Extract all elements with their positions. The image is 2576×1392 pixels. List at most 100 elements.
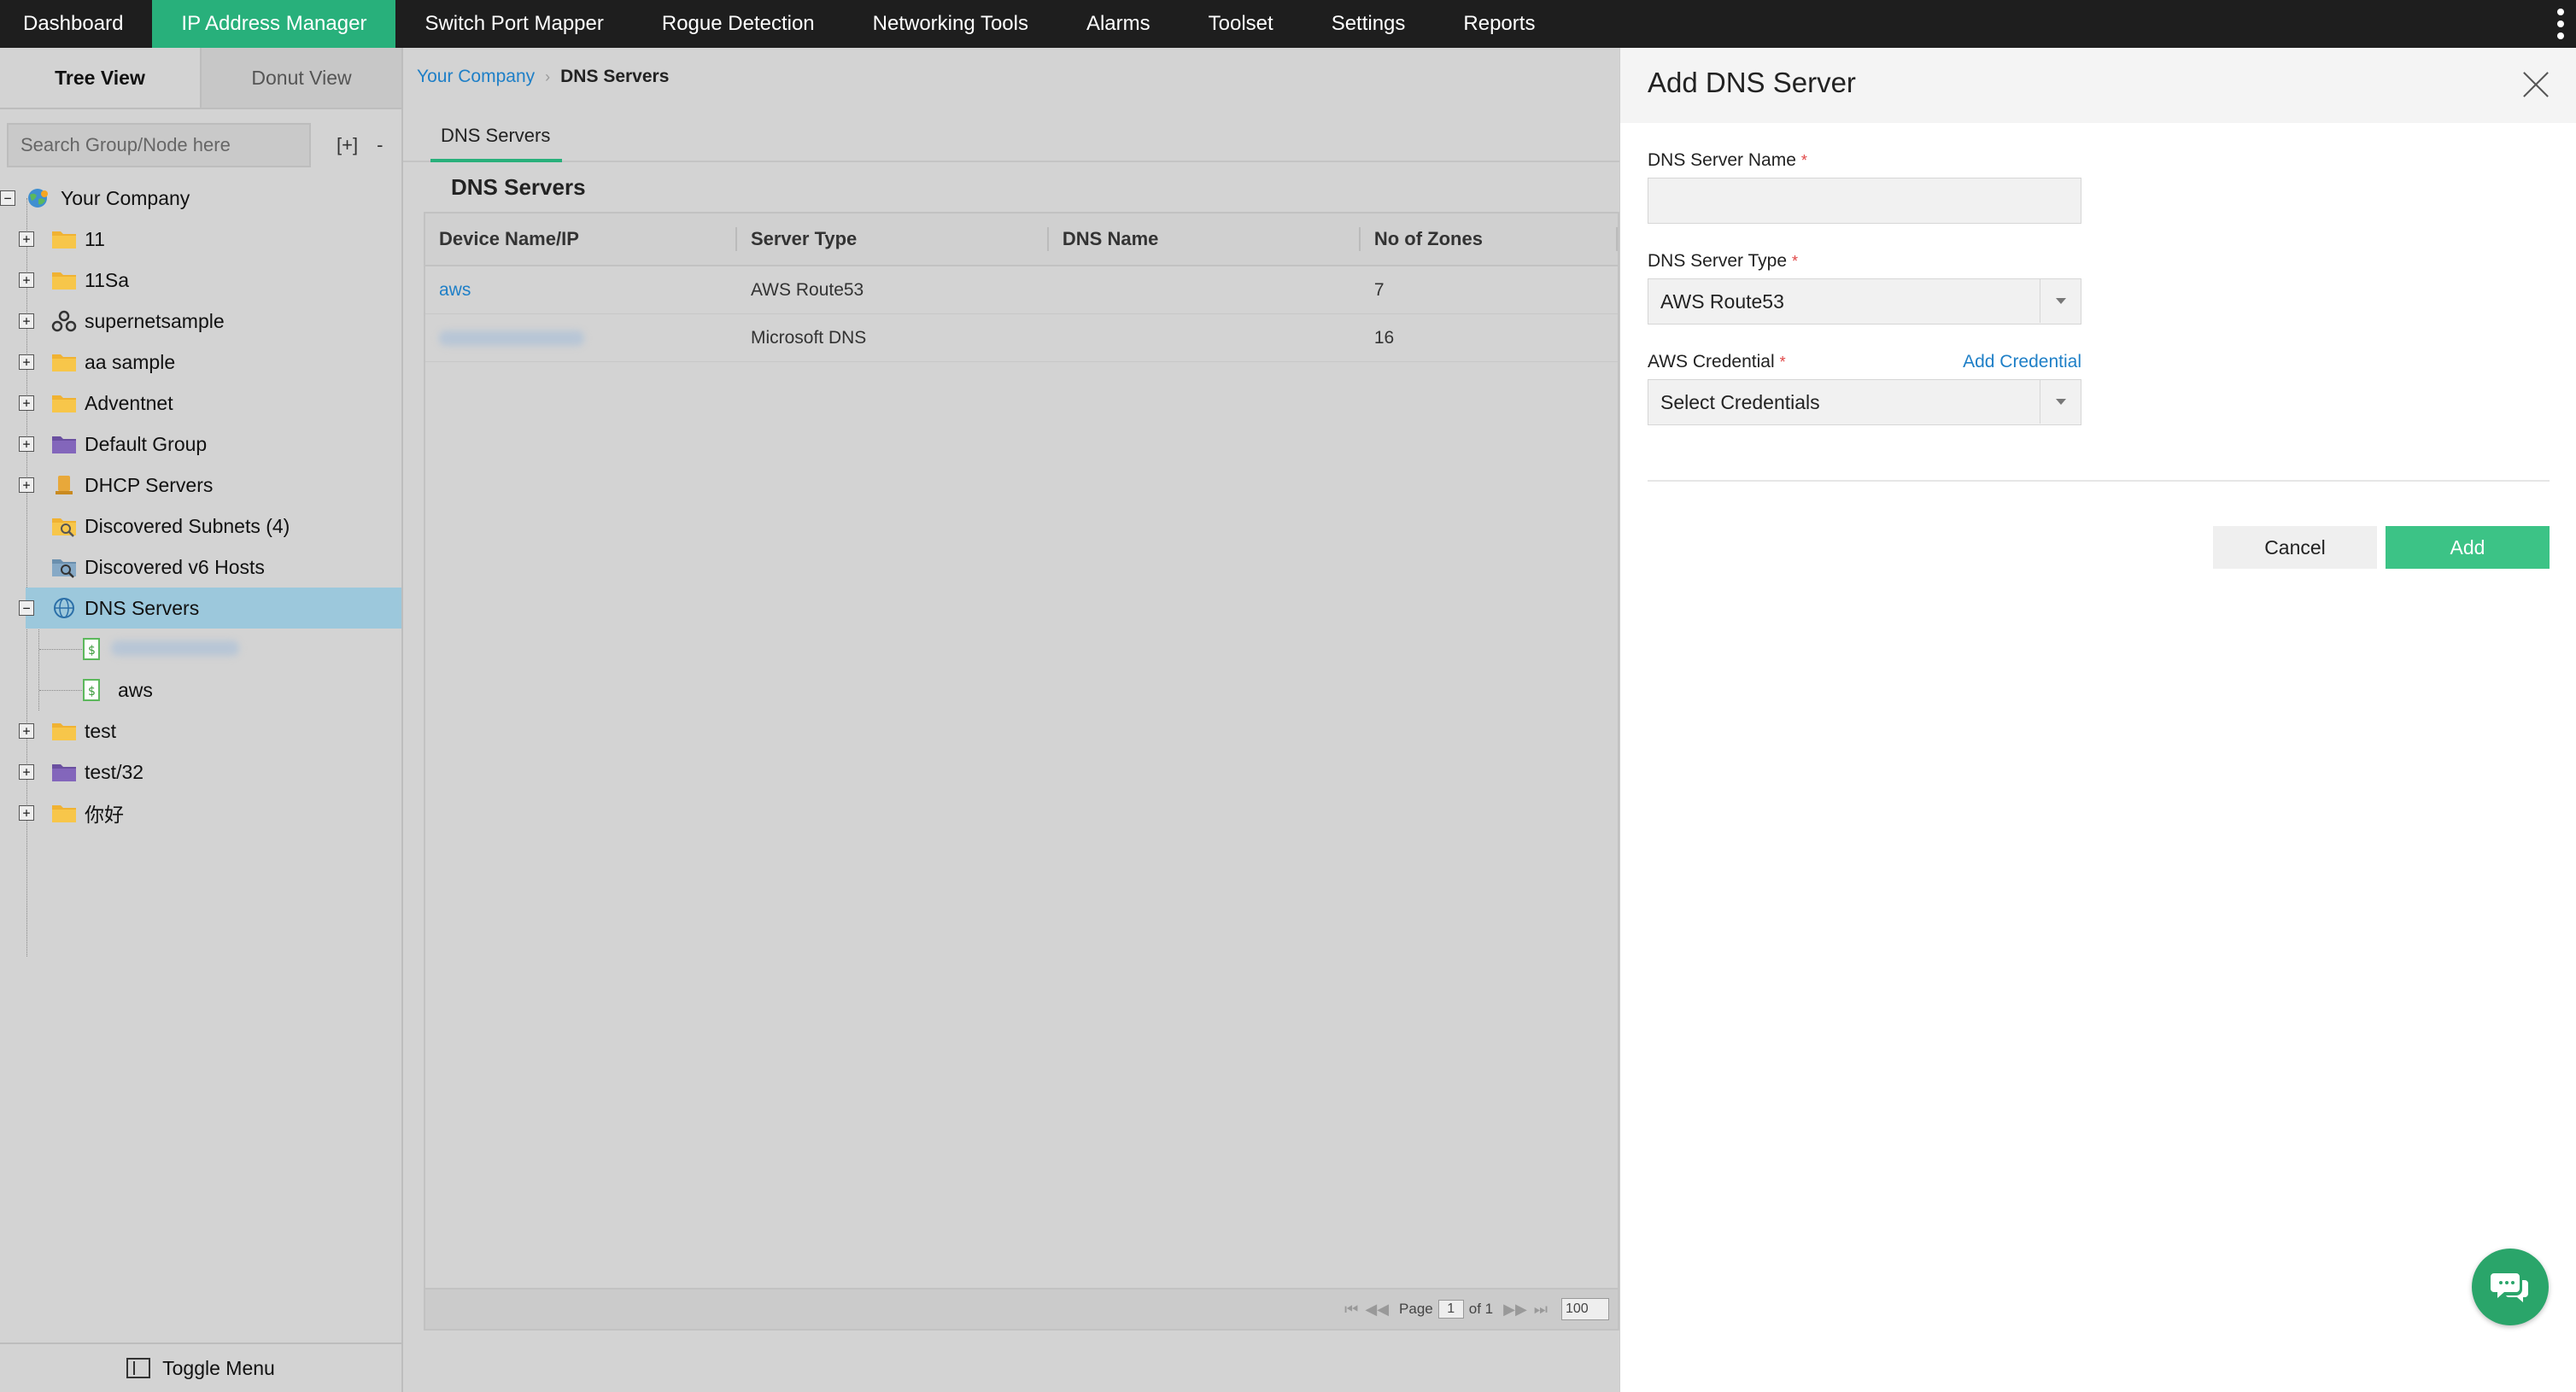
server-type-cell: AWS Route53: [750, 279, 864, 300]
column-dns-name[interactable]: DNS Name: [1049, 213, 1361, 265]
svg-text:$: $: [88, 685, 96, 699]
nav-networking-tools[interactable]: Networking Tools: [844, 0, 1057, 48]
server-type-value: AWS Route53: [1660, 290, 1784, 313]
company-globe-icon: [28, 189, 48, 208]
dhcp-server-icon: [56, 476, 73, 494]
nav-toolset[interactable]: Toolset: [1180, 0, 1303, 48]
add-button[interactable]: Add: [2386, 526, 2550, 569]
tree-label: Your Company: [61, 186, 190, 209]
tab-donut-view[interactable]: Donut View: [202, 48, 401, 108]
collapse-icon[interactable]: −: [0, 190, 15, 206]
tree-connector: [39, 649, 82, 650]
tree-label: 11: [85, 227, 105, 250]
nav-settings[interactable]: Settings: [1303, 0, 1435, 48]
tree-node[interactable]: + 11Sa: [0, 260, 401, 301]
column-server-type[interactable]: Server Type: [737, 213, 1049, 265]
expand-icon[interactable]: +: [19, 272, 34, 288]
nav-ip-address-manager[interactable]: IP Address Manager: [152, 0, 396, 48]
chevron-down-icon[interactable]: [2040, 380, 2081, 424]
close-icon[interactable]: [2521, 70, 2550, 99]
tree-node[interactable]: Discovered v6 Hosts: [0, 547, 401, 588]
chevron-down-icon[interactable]: [2040, 279, 2081, 323]
expand-icon[interactable]: +: [19, 395, 34, 411]
server-type-select[interactable]: AWS Route53: [1648, 278, 2081, 325]
collapse-icon[interactable]: −: [19, 600, 34, 616]
tree-node[interactable]: + test/32: [0, 752, 401, 793]
add-dns-server-panel: Add DNS Server DNS Server Name * DNS Serv…: [1619, 48, 2576, 1392]
breadcrumb-current: DNS Servers: [560, 67, 670, 86]
tab-tree-view[interactable]: Tree View: [0, 48, 202, 108]
nav-alarms[interactable]: Alarms: [1057, 0, 1180, 48]
tab-dns-servers[interactable]: DNS Servers: [430, 109, 563, 162]
divider: [1648, 480, 2550, 482]
chat-icon: [2491, 1273, 2528, 1302]
tree-label: test: [85, 719, 117, 742]
expand-icon[interactable]: +: [19, 764, 34, 780]
svg-text:$: $: [88, 644, 96, 658]
device-name-redacted[interactable]: [439, 330, 584, 346]
table-row[interactable]: aws AWS Route53 7: [425, 266, 1618, 314]
main-content: Your Company › DNS Servers DNS Servers D…: [403, 48, 1619, 1392]
chat-button[interactable]: [2472, 1249, 2549, 1325]
tree-node[interactable]: + aa sample: [0, 342, 401, 383]
tree-node[interactable]: + 你好: [0, 793, 401, 833]
expand-icon[interactable]: +: [19, 354, 34, 370]
expand-icon[interactable]: +: [19, 477, 34, 493]
tree-label-redacted: [111, 638, 239, 661]
tree-node[interactable]: + supernetsample: [0, 301, 401, 342]
cancel-button[interactable]: Cancel: [2213, 526, 2377, 569]
nav-rogue-detection[interactable]: Rogue Detection: [633, 0, 844, 48]
tree-node[interactable]: Discovered Subnets (4): [0, 506, 401, 547]
expand-icon[interactable]: +: [19, 313, 34, 329]
panel-header: Add DNS Server: [1620, 48, 2576, 123]
server-name-field[interactable]: [1648, 178, 2081, 224]
folder-icon: [52, 354, 76, 371]
expand-icon[interactable]: +: [19, 805, 34, 821]
more-menu-icon[interactable]: [2554, 7, 2567, 41]
tree-label: test/32: [85, 760, 144, 783]
column-no-of-zones[interactable]: No of Zones: [1361, 213, 1619, 265]
tree-node-selected[interactable]: − DNS Servers: [19, 588, 401, 629]
first-page-icon[interactable]: ⏮: [1344, 1301, 1358, 1319]
next-page-icon[interactable]: ▶▶: [1503, 1301, 1527, 1319]
add-credential-link[interactable]: Add Credential: [1962, 352, 2081, 372]
page-number-input[interactable]: 1: [1437, 1300, 1464, 1319]
discovered-subnets-icon: [52, 518, 76, 537]
supernet-icon: [51, 310, 77, 332]
tree-node-root[interactable]: − Your Company: [0, 178, 401, 219]
group-tree: − Your Company + 11 + 11Sa + supernetsam…: [0, 178, 401, 956]
purple-folder-icon: [52, 436, 76, 453]
page-count: of 1: [1468, 1301, 1494, 1317]
toggle-menu-button[interactable]: Toggle Menu: [0, 1342, 401, 1392]
tree-node[interactable]: + DHCP Servers: [0, 465, 401, 506]
tree-node[interactable]: + Adventnet: [0, 383, 401, 424]
last-page-icon[interactable]: ⏭: [1534, 1301, 1548, 1319]
device-name-link[interactable]: aws: [439, 280, 471, 301]
credential-select[interactable]: Select Credentials: [1648, 379, 2081, 425]
server-type-label: DNS Server Type *: [1648, 251, 1799, 271]
expand-icon[interactable]: +: [19, 231, 34, 247]
tree-search-input[interactable]: [7, 123, 311, 167]
tree-node[interactable]: + 11: [0, 219, 401, 260]
expand-all-button[interactable]: [+]: [337, 134, 358, 156]
dns-node-icon: $: [83, 638, 100, 660]
tree-node[interactable]: $: [0, 629, 401, 670]
expand-icon[interactable]: +: [19, 723, 34, 739]
dns-servers-table: Device Name/IP Server Type DNS Name No o…: [424, 212, 1619, 1331]
nav-switch-port-mapper[interactable]: Switch Port Mapper: [395, 0, 632, 48]
prev-page-icon[interactable]: ◀◀: [1365, 1301, 1389, 1319]
nav-reports[interactable]: Reports: [1434, 0, 1564, 48]
tree-node[interactable]: + Default Group: [0, 424, 401, 465]
collapse-all-button[interactable]: -: [377, 134, 383, 156]
breadcrumb: Your Company › DNS Servers: [417, 67, 669, 87]
tree-node[interactable]: $ aws: [0, 670, 401, 711]
expand-icon[interactable]: +: [19, 436, 34, 452]
sidebar: Tree View Donut View [+] - − Your Compan…: [0, 48, 403, 1392]
page-size-select[interactable]: 100: [1561, 1298, 1609, 1320]
nav-dashboard[interactable]: Dashboard: [0, 0, 152, 48]
breadcrumb-root-link[interactable]: Your Company: [417, 67, 535, 87]
table-row[interactable]: Microsoft DNS 16: [425, 314, 1618, 362]
tree-label: 你好: [85, 804, 124, 826]
tree-node[interactable]: + test: [0, 711, 401, 752]
column-device-name[interactable]: Device Name/IP: [425, 213, 737, 265]
